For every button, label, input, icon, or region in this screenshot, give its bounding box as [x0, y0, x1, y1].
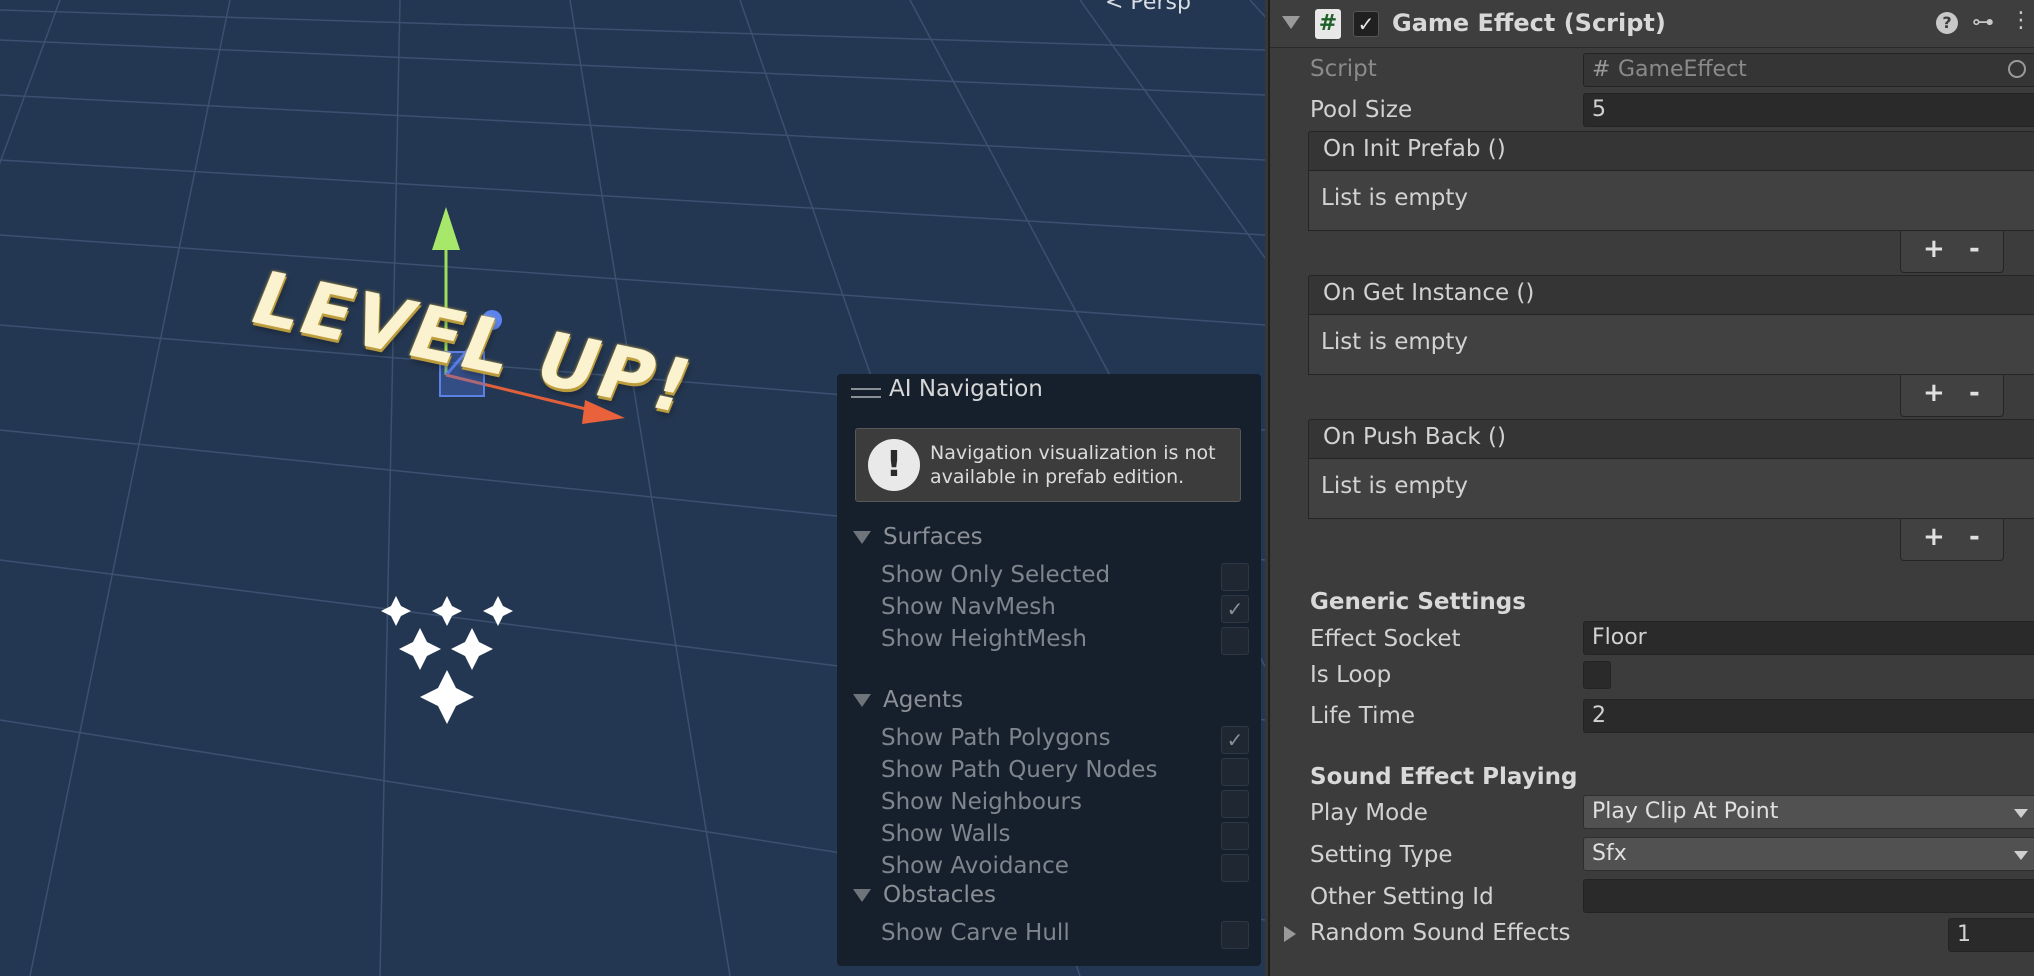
nav-option-label: Show HeightMesh	[881, 626, 1087, 652]
nav-option-checkbox[interactable]	[1221, 822, 1249, 850]
nav-option-label: Show Walls	[881, 821, 1011, 847]
remove-button[interactable]: -	[1969, 234, 1980, 264]
presets-icon[interactable]: ⊶	[1972, 10, 1994, 35]
add-button[interactable]: +	[1923, 234, 1945, 264]
event-title: On Push Back ()	[1323, 424, 1507, 450]
script-hash-icon: #	[1592, 57, 1611, 82]
section-foldout-icon[interactable]	[853, 889, 871, 902]
component-enabled-checkbox[interactable]: ✓	[1353, 11, 1379, 37]
section-foldout-icon[interactable]	[853, 694, 871, 707]
nav-option-checkbox[interactable]	[1221, 921, 1249, 949]
nav-option-checkbox[interactable]	[1221, 758, 1249, 786]
ai-navigation-overlay: AI Navigation ! Navigation visualization…	[837, 374, 1261, 966]
nav-option-checkbox[interactable]	[1221, 563, 1249, 591]
script-field[interactable]: # GameEffect	[1583, 53, 2034, 87]
play-mode-label: Play Mode	[1310, 800, 1428, 826]
nav-option-checkbox[interactable]	[1221, 854, 1249, 882]
event-header: On Init Prefab ()	[1308, 131, 2034, 171]
nav-option-checkbox[interactable]: ✓	[1221, 595, 1249, 623]
pool-size-label: Pool Size	[1310, 97, 1413, 123]
event-body: List is empty	[1308, 315, 2034, 375]
event-add-remove: + -	[1900, 375, 2004, 417]
event-header: On Get Instance ()	[1308, 275, 2034, 315]
setting-type-value: Sfx	[1592, 841, 1627, 866]
dropdown-caret-icon	[2014, 851, 2028, 860]
event-header: On Push Back ()	[1308, 419, 2034, 459]
navigation-notice: ! Navigation visualization is not availa…	[855, 428, 1241, 502]
nav-option-label: Show Avoidance	[881, 853, 1069, 879]
nav-option-label: Show Only Selected	[881, 562, 1111, 588]
inspector-panel: # ✓ Game Effect (Script) ? ⊶ ⋮ Script # …	[1268, 0, 2034, 976]
event-body: List is empty	[1308, 459, 2034, 519]
event-empty-text: List is empty	[1321, 185, 1468, 211]
play-mode-dropdown[interactable]: Play Clip At Point	[1583, 795, 2034, 829]
script-icon: #	[1315, 9, 1341, 39]
object-picker-icon[interactable]	[2008, 60, 2026, 78]
nav-section-label: Surfaces	[883, 524, 983, 550]
nav-option-checkbox[interactable]	[1221, 790, 1249, 818]
nav-option-checkbox[interactable]: ✓	[1221, 726, 1249, 754]
event-empty-text: List is empty	[1321, 329, 1468, 355]
remove-button[interactable]: -	[1969, 378, 1980, 408]
event-title: On Init Prefab ()	[1323, 136, 1506, 162]
component-header[interactable]: # ✓ Game Effect (Script) ? ⊶ ⋮	[1270, 0, 2034, 48]
random-sfx-foldout-icon[interactable]	[1284, 926, 1296, 942]
foldout-arrow-icon[interactable]	[1282, 16, 1300, 29]
is-loop-checkbox[interactable]	[1583, 661, 1611, 689]
random-sfx-label[interactable]: Random Sound Effects	[1310, 920, 1570, 946]
nav-option-label: Show Carve Hull	[881, 920, 1070, 946]
nav-section-1[interactable]: Agents	[853, 687, 963, 713]
add-button[interactable]: +	[1923, 522, 1945, 552]
dropdown-caret-icon	[2014, 809, 2028, 818]
add-button[interactable]: +	[1923, 378, 1945, 408]
setting-type-label: Setting Type	[1310, 842, 1453, 868]
scene-view[interactable]: < Persp LEVEL UP! AI Navigation ! Naviga…	[0, 0, 1265, 976]
other-setting-id-label: Other Setting Id	[1310, 884, 1494, 910]
pool-size-field[interactable]: 5	[1583, 93, 2034, 127]
section-foldout-icon[interactable]	[853, 531, 871, 544]
life-time-label: Life Time	[1310, 703, 1416, 729]
nav-option-checkbox[interactable]	[1221, 627, 1249, 655]
nav-option-label: Show Path Query Nodes	[881, 757, 1158, 783]
is-loop-label: Is Loop	[1310, 662, 1392, 688]
ai-navigation-title: AI Navigation	[889, 376, 1043, 402]
nav-option-label: Show Path Polygons	[881, 725, 1111, 751]
effect-socket-field[interactable]: Floor	[1583, 621, 2034, 655]
component-title: Game Effect (Script)	[1392, 9, 1666, 37]
generic-settings-header: Generic Settings	[1310, 589, 1526, 615]
event-add-remove: + -	[1900, 231, 2004, 273]
event-title: On Get Instance ()	[1323, 280, 1535, 306]
nav-section-2[interactable]: Obstacles	[853, 882, 996, 908]
setting-type-dropdown[interactable]: Sfx	[1583, 837, 2034, 871]
nav-section-0[interactable]: Surfaces	[853, 524, 983, 550]
life-time-field[interactable]: 2	[1583, 699, 2034, 733]
nav-option-label: Show Neighbours	[881, 789, 1082, 815]
sound-effect-header: Sound Effect Playing	[1310, 764, 1578, 790]
help-icon[interactable]: ?	[1936, 12, 1958, 34]
persp-label[interactable]: < Persp	[1105, 0, 1191, 15]
nav-section-label: Obstacles	[883, 882, 996, 908]
menu-icon[interactable]: ⋮	[2010, 8, 2032, 33]
warning-icon: !	[868, 439, 920, 491]
effect-socket-label: Effect Socket	[1310, 626, 1461, 652]
nav-section-label: Agents	[883, 687, 964, 713]
drag-handle-icon[interactable]	[851, 388, 881, 398]
script-value: GameEffect	[1618, 57, 1747, 82]
event-add-remove: + -	[1900, 519, 2004, 561]
script-label: Script	[1310, 56, 1377, 82]
event-empty-text: List is empty	[1321, 473, 1468, 499]
event-body: List is empty	[1308, 171, 2034, 231]
play-mode-value: Play Clip At Point	[1592, 799, 1779, 824]
nav-option-label: Show NavMesh	[881, 594, 1056, 620]
remove-button[interactable]: -	[1969, 522, 1980, 552]
notice-text: Navigation visualization is not availabl…	[930, 442, 1216, 488]
particle-icons	[381, 596, 513, 724]
random-sfx-count-field[interactable]: 1	[1948, 918, 2034, 952]
other-setting-id-field[interactable]	[1583, 879, 2034, 913]
